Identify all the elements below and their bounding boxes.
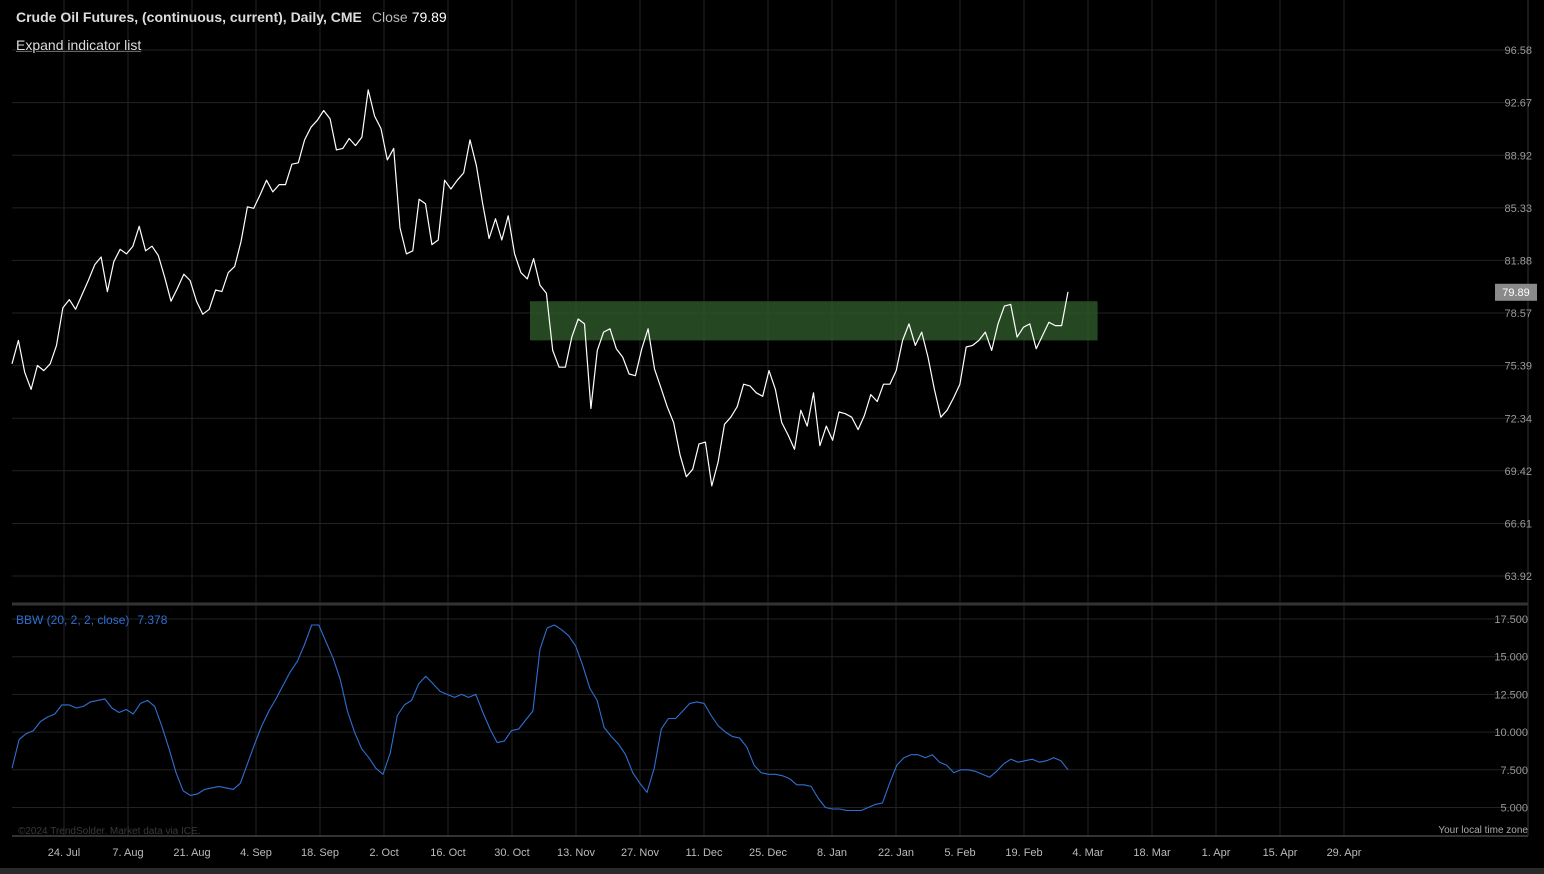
price-tick-label: 72.34 — [1504, 413, 1532, 425]
price-tick-label: 96.58 — [1504, 45, 1532, 57]
x-tick-label: 29. Apr — [1327, 847, 1362, 859]
bbw-tick-label: 5.000 — [1500, 802, 1528, 814]
x-tick-label: 22. Jan — [878, 847, 914, 859]
x-tick-label: 16. Oct — [430, 847, 465, 859]
price-tick-label: 75.39 — [1504, 361, 1532, 373]
x-tick-label: 25. Dec — [749, 847, 787, 859]
timezone-label[interactable]: Your local time zone — [1438, 825, 1528, 836]
bottom-scrollbar — [0, 868, 1544, 874]
chart-title: Crude Oil Futures, (continuous, current)… — [16, 9, 362, 25]
chart-canvas: 96.58 92.67 88.92 85.33 81.88 78.57 75.39 72.34… — [0, 0, 1544, 874]
x-tick-label: 11. Dec — [685, 847, 723, 859]
price-tick-label: 85.33 — [1504, 203, 1532, 215]
x-tick-label: 18. Mar — [1133, 847, 1171, 859]
bbw-tick-label: 15.000 — [1494, 652, 1528, 664]
x-axis: 24. Jul 7. Aug 21. Aug 4. Sep 18. Sep 2. Oct 1… — [48, 847, 1362, 859]
expand-indicator-list-link[interactable]: Expand indicator list — [16, 37, 141, 53]
x-tick-label: 2. Oct — [369, 847, 398, 859]
bbw-tick-label: 12.500 — [1494, 689, 1528, 701]
x-tick-label: 30. Oct — [494, 847, 529, 859]
x-tick-label: 18. Sep — [301, 847, 339, 859]
x-tick-label: 13. Nov — [557, 847, 595, 859]
bbw-tick-label: 10.000 — [1494, 727, 1528, 739]
price-tick-label: 69.42 — [1504, 466, 1532, 478]
copyright-note: ©2024 TrendSolder. Market data via ICE. — [18, 826, 201, 837]
bbw-tick-label: 17.500 — [1494, 614, 1528, 626]
close-value: 79.89 — [411, 9, 447, 25]
indicator-value: 7.378 — [137, 613, 168, 627]
price-tick-label: 92.67 — [1504, 98, 1532, 110]
x-tick-label: 8. Jan — [817, 847, 847, 859]
price-tick-label: 81.88 — [1504, 255, 1532, 267]
last-price-label: 79.89 — [1502, 287, 1530, 299]
chart-header: Crude Oil Futures, (continuous, current)… — [16, 9, 447, 25]
grid — [0, 0, 1544, 874]
x-tick-label: 1. Apr — [1202, 847, 1231, 859]
price-tick-label: 66.61 — [1504, 518, 1532, 530]
x-tick-label: 5. Feb — [944, 847, 975, 859]
close-label: Close — [371, 9, 408, 25]
bbw-tick-label: 7.500 — [1500, 765, 1528, 777]
x-tick-label: 4. Mar — [1072, 847, 1104, 859]
indicator-label: BBW (20, 2, 2, close) — [16, 613, 130, 627]
bbw-series-line — [11, 624, 1069, 812]
bbw-plot — [11, 624, 1069, 812]
y-axis: 96.58 92.67 88.92 85.33 81.88 78.57 75.39 72.34… — [1494, 45, 1537, 814]
price-series-line — [11, 89, 1069, 487]
x-tick-label: 15. Apr — [1263, 847, 1298, 859]
price-plot — [11, 89, 1069, 487]
x-tick-label: 4. Sep — [240, 847, 272, 859]
x-tick-label: 27. Nov — [621, 847, 659, 859]
x-tick-label: 7. Aug — [112, 847, 143, 859]
x-tick-label: 21. Aug — [173, 847, 210, 859]
price-tick-label: 88.92 — [1504, 150, 1532, 162]
x-tick-label: 24. Jul — [48, 847, 80, 859]
price-tick-label: 78.57 — [1504, 308, 1532, 320]
price-zone-highlight — [530, 301, 1098, 341]
price-tick-label: 63.92 — [1504, 571, 1532, 583]
indicator-legend: BBW (20, 2, 2, close) 7.378 — [16, 613, 167, 627]
x-tick-label: 19. Feb — [1005, 847, 1042, 859]
